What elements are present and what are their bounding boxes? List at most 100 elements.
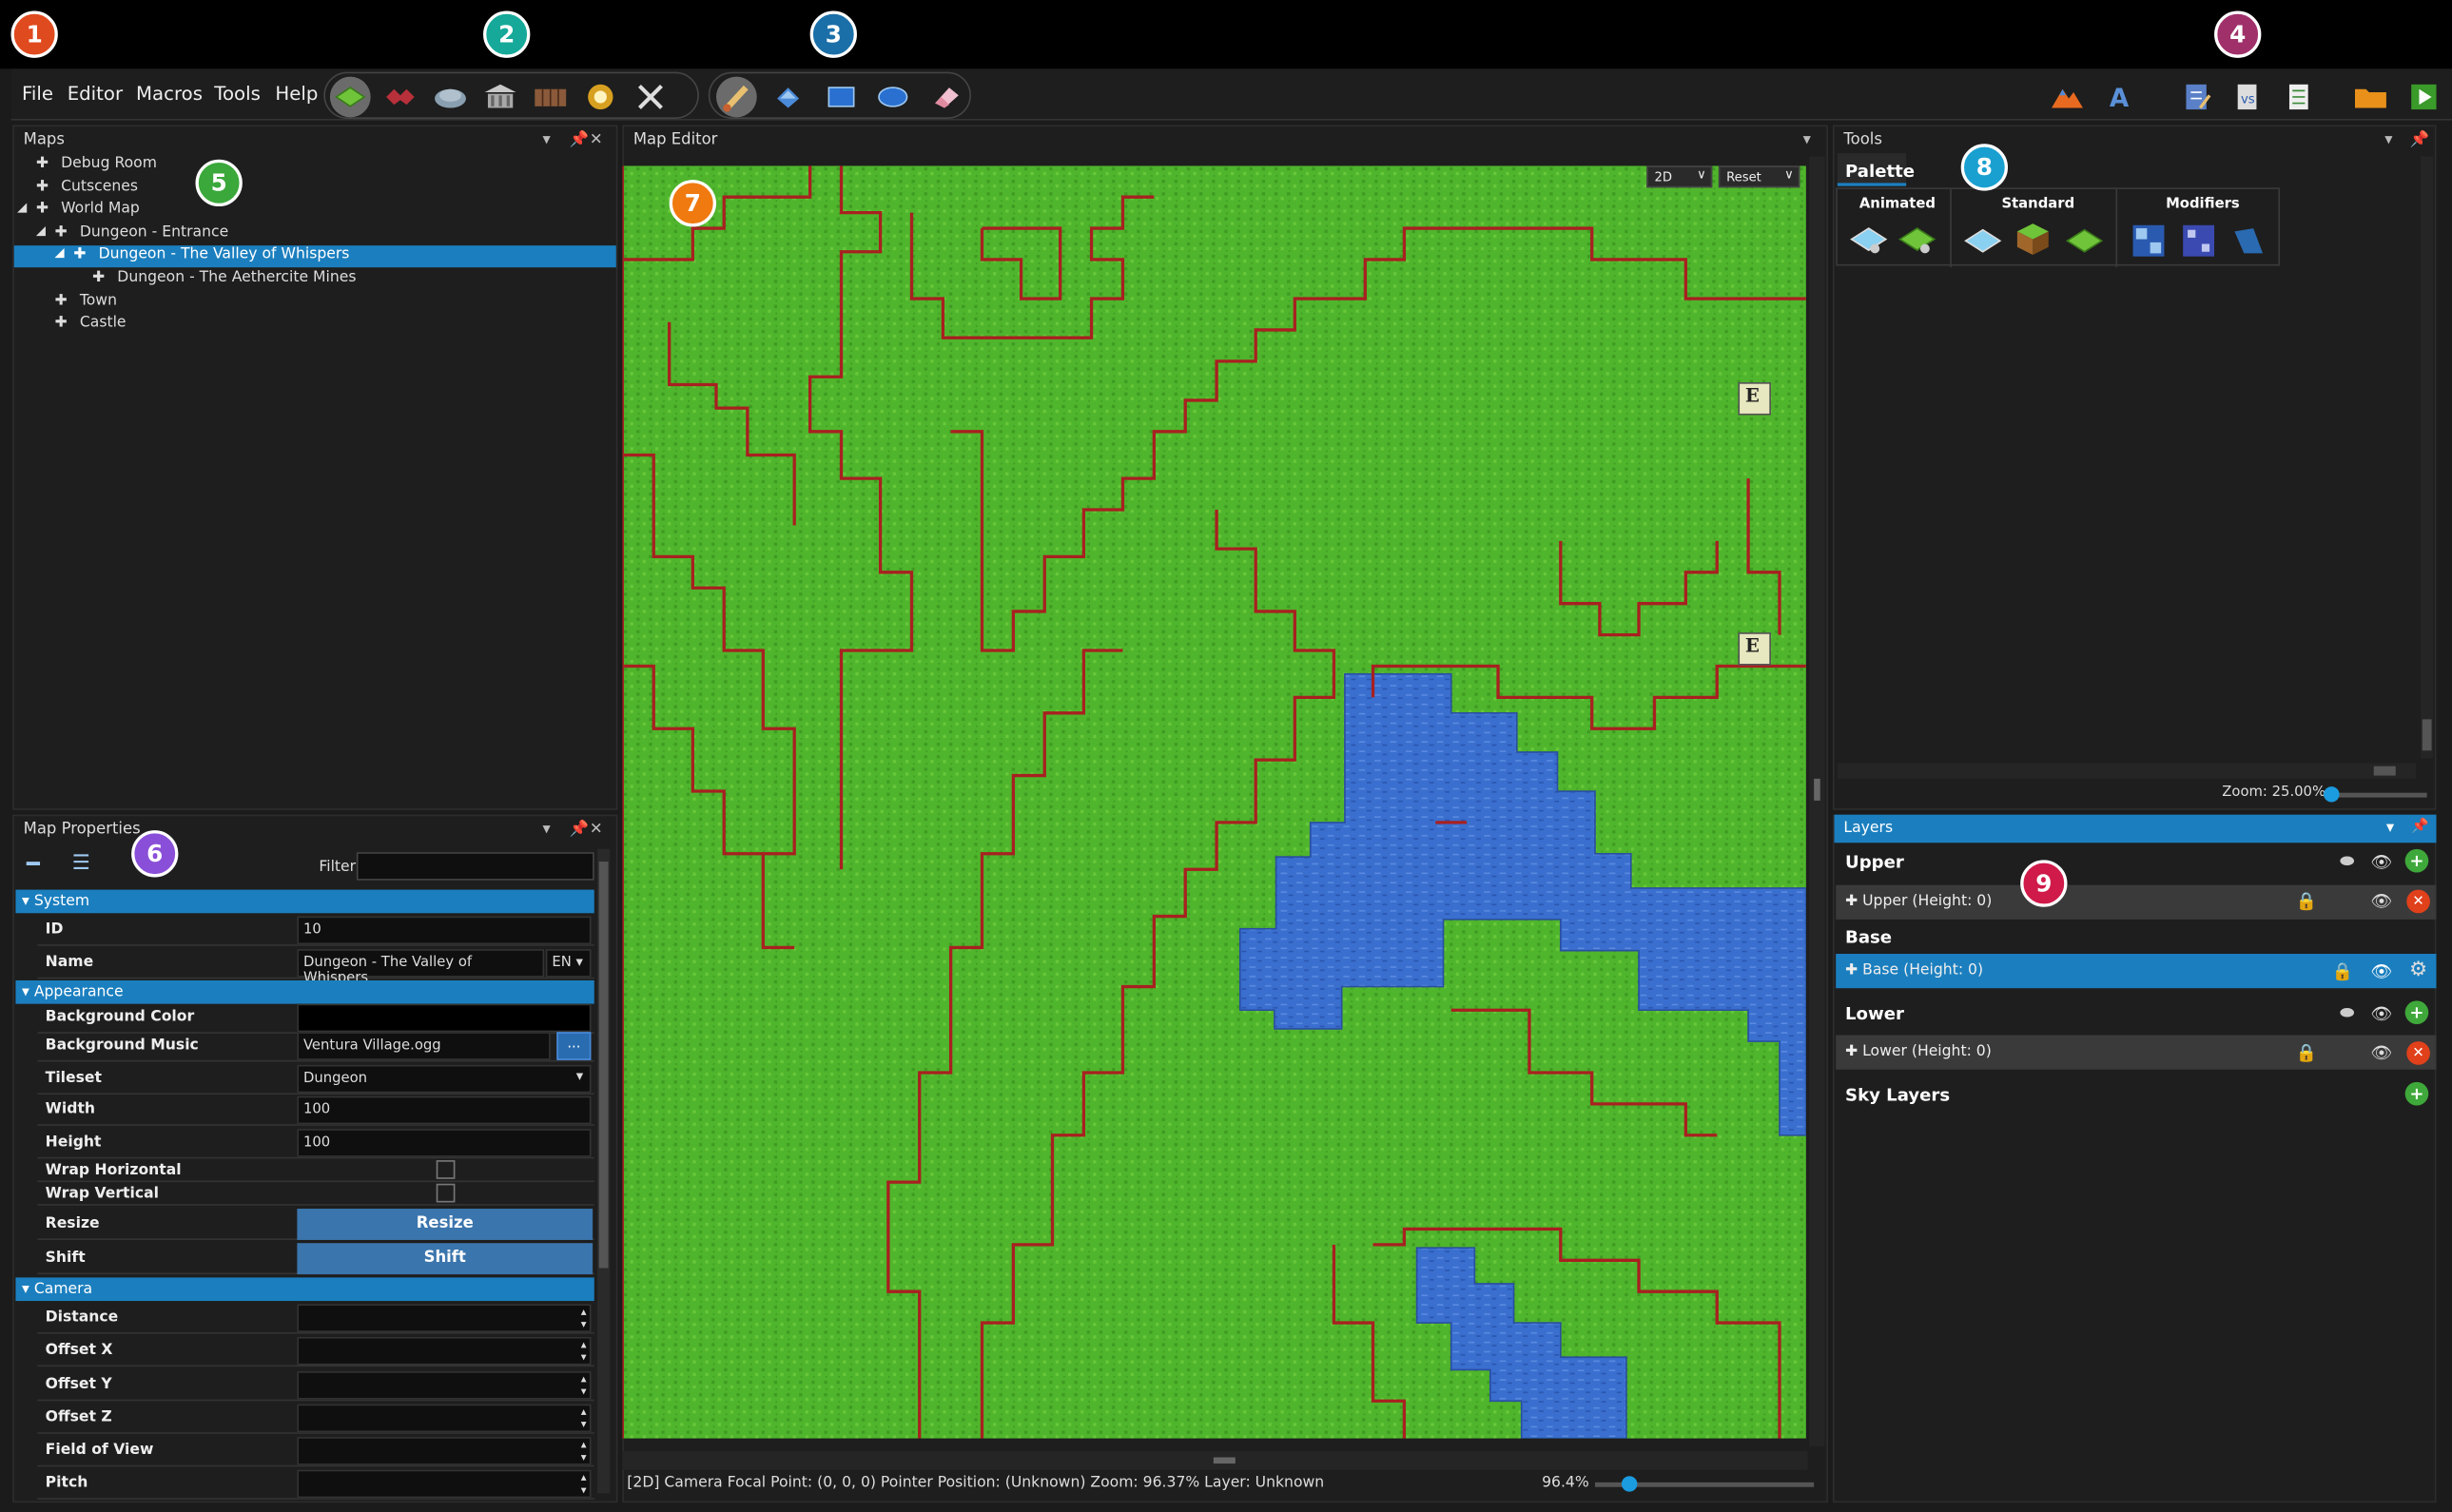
tree-item-town[interactable]: ✚ Town	[14, 292, 616, 314]
tools-scrollbar[interactable]	[2421, 156, 2434, 759]
modifier-slope-icon[interactable]	[2228, 221, 2269, 262]
wrap-horizontal-checkbox[interactable]	[436, 1160, 456, 1179]
standard-dirt-block-icon[interactable]	[2013, 218, 2053, 262]
fill-tool-icon[interactable]	[768, 77, 808, 118]
enemy-mode-icon[interactable]	[380, 77, 421, 118]
pitch-stepper[interactable]: ▴ ▾	[297, 1469, 592, 1499]
maps-panel-pin-icon[interactable]: 📌	[569, 131, 588, 148]
stepper-arrows-icon[interactable]: ▴ ▾	[581, 1339, 587, 1364]
delete-layer-icon[interactable]: ✕	[2406, 1041, 2430, 1065]
stepper-arrows-icon[interactable]: ▴ ▾	[581, 1306, 587, 1330]
map-vertical-scrollbar[interactable]	[1809, 156, 1825, 1446]
lock-icon[interactable]: 🔒	[2296, 890, 2318, 912]
modifier-region-icon[interactable]	[2178, 221, 2219, 262]
menu-editor[interactable]: Editor	[68, 83, 123, 105]
tree-item-castle[interactable]: ✚ Castle	[14, 315, 616, 337]
add-sky-layer-icon[interactable]: +	[2404, 1081, 2429, 1106]
building-mode-icon[interactable]	[480, 77, 521, 118]
add-layer-icon[interactable]: +	[2404, 1000, 2429, 1025]
offset-x-stepper[interactable]: ▴ ▾	[297, 1336, 592, 1366]
properties-close-icon[interactable]: ✕	[590, 821, 603, 838]
maps-panel-dropdown-icon[interactable]: ▾	[543, 131, 551, 148]
id-field[interactable]: 10	[297, 916, 592, 945]
rectangle-tool-icon[interactable]	[821, 77, 862, 118]
eye-icon[interactable]: 👁	[2370, 960, 2392, 982]
view-mode-select[interactable]: 2D ∨	[1646, 165, 1713, 188]
layer-row-lower[interactable]: ✚ Lower (Height: 0)	[1836, 1035, 2437, 1070]
palette-zoom-thumb[interactable]	[2324, 786, 2340, 803]
distance-stepper[interactable]: ▴ ▾	[297, 1304, 592, 1332]
open-folder-icon[interactable]	[2350, 77, 2391, 118]
name-field[interactable]: Dungeon - The Valley of Whispers	[297, 949, 545, 987]
zoom-slider[interactable]	[1594, 1476, 1815, 1492]
stepper-arrows-icon[interactable]: ▴ ▾	[581, 1405, 587, 1430]
stepper-arrows-icon[interactable]: ▴ ▾	[581, 1439, 587, 1464]
tileset-select[interactable]: Dungeon ▾	[297, 1064, 592, 1094]
wrap-vertical-checkbox[interactable]	[436, 1183, 456, 1203]
tree-item-aethercite-mines[interactable]: ✚ Dungeon - The Aethercite Mines	[14, 269, 616, 291]
lock-icon[interactable]: 🔒	[2296, 1041, 2318, 1063]
toggle-all-visibility-icon[interactable]: ⬬	[2336, 1002, 2358, 1024]
background-music-field[interactable]: Ventura Village.ogg	[297, 1032, 551, 1060]
tools-horizontal-scrollbar[interactable]	[1837, 763, 2417, 779]
modifier-autotile-icon[interactable]	[2129, 221, 2170, 262]
height-field[interactable]: 100	[297, 1129, 592, 1157]
map-mode-icon[interactable]	[329, 76, 371, 118]
eye-icon[interactable]: 👁	[2370, 1002, 2392, 1024]
layers-pin-icon[interactable]: 📌	[2411, 820, 2428, 835]
browse-music-button[interactable]: ...	[556, 1032, 592, 1060]
stepper-arrows-icon[interactable]: ▴ ▾	[581, 1471, 587, 1496]
toggle-all-visibility-icon[interactable]: ⬬	[2336, 850, 2358, 872]
tools-pin-icon[interactable]: 📌	[2410, 131, 2429, 148]
database-icon[interactable]	[2278, 77, 2319, 118]
fov-stepper[interactable]: ▴ ▾	[297, 1437, 592, 1465]
maps-panel-close-icon[interactable]: ✕	[590, 131, 603, 148]
filter-input[interactable]	[356, 852, 594, 881]
offset-y-stepper[interactable]: ▴ ▾	[297, 1371, 592, 1400]
vs-script-icon[interactable]: vs	[2227, 77, 2267, 118]
eraser-tool-icon[interactable]	[925, 77, 966, 118]
shift-button[interactable]: Shift	[297, 1243, 594, 1275]
scrollbar-thumb[interactable]	[598, 862, 609, 1269]
reset-view-button[interactable]: Reset ∨	[1718, 165, 1800, 188]
tree-item-valley-of-whispers[interactable]: ◢ ✚ Dungeon - The Valley of Whispers	[13, 245, 616, 268]
tree-item-debug-room[interactable]: ✚ Debug Room	[14, 155, 616, 177]
eye-icon[interactable]: 👁	[2370, 850, 2392, 872]
palette-tab[interactable]: Palette	[1837, 153, 1915, 186]
collapse-all-icon[interactable]: ━	[27, 852, 40, 877]
standard-water-tile-icon[interactable]	[1962, 221, 2003, 262]
layers-dropdown-icon[interactable]: ▾	[2386, 820, 2394, 837]
language-select[interactable]: EN ▾	[545, 949, 592, 978]
background-color-swatch[interactable]	[297, 1003, 592, 1033]
add-layer-icon[interactable]: +	[2404, 848, 2429, 873]
scrollbar-thumb[interactable]	[2422, 719, 2432, 751]
offset-z-stepper[interactable]: ▴ ▾	[297, 1404, 592, 1433]
expand-icon[interactable]: ◢	[55, 245, 65, 260]
tree-item-dungeon-entrance[interactable]: ◢ ✚ Dungeon - Entrance	[14, 223, 616, 245]
brush-tool-icon[interactable]	[715, 76, 757, 118]
scrollbar-thumb[interactable]	[1213, 1457, 1236, 1464]
tree-item-cutscenes[interactable]: ✚ Cutscenes	[14, 178, 616, 200]
expand-icon[interactable]: ◢	[17, 200, 27, 214]
ellipse-tool-icon[interactable]	[872, 77, 913, 118]
properties-scrollbar[interactable]	[597, 848, 611, 1494]
category-appearance[interactable]: ▾ Appearance	[15, 979, 594, 1004]
resize-button[interactable]: Resize	[297, 1209, 594, 1240]
expand-icon[interactable]: ◢	[36, 223, 46, 238]
animated-water-tile-icon[interactable]	[1848, 221, 1889, 262]
script-editor-icon[interactable]	[2177, 77, 2218, 118]
map-canvas[interactable]: E E	[622, 165, 1806, 1439]
play-test-icon[interactable]	[2403, 77, 2444, 118]
lock-icon[interactable]: 🔒	[2331, 960, 2354, 982]
light-mode-icon[interactable]	[580, 77, 621, 118]
eye-icon[interactable]: 👁	[2370, 890, 2392, 912]
gear-icon[interactable]: ⚙	[2406, 959, 2430, 982]
menu-tools[interactable]: Tools	[214, 83, 261, 105]
scrollbar-thumb[interactable]	[1814, 778, 1820, 801]
animated-grass-tile-icon[interactable]	[1897, 221, 1937, 262]
category-system[interactable]: ▾ System	[15, 889, 594, 914]
category-camera[interactable]: ▾ Camera	[15, 1277, 594, 1302]
properties-pin-icon[interactable]: 📌	[569, 821, 588, 838]
terrain-editor-icon[interactable]	[2047, 77, 2088, 118]
width-field[interactable]: 100	[297, 1095, 592, 1125]
